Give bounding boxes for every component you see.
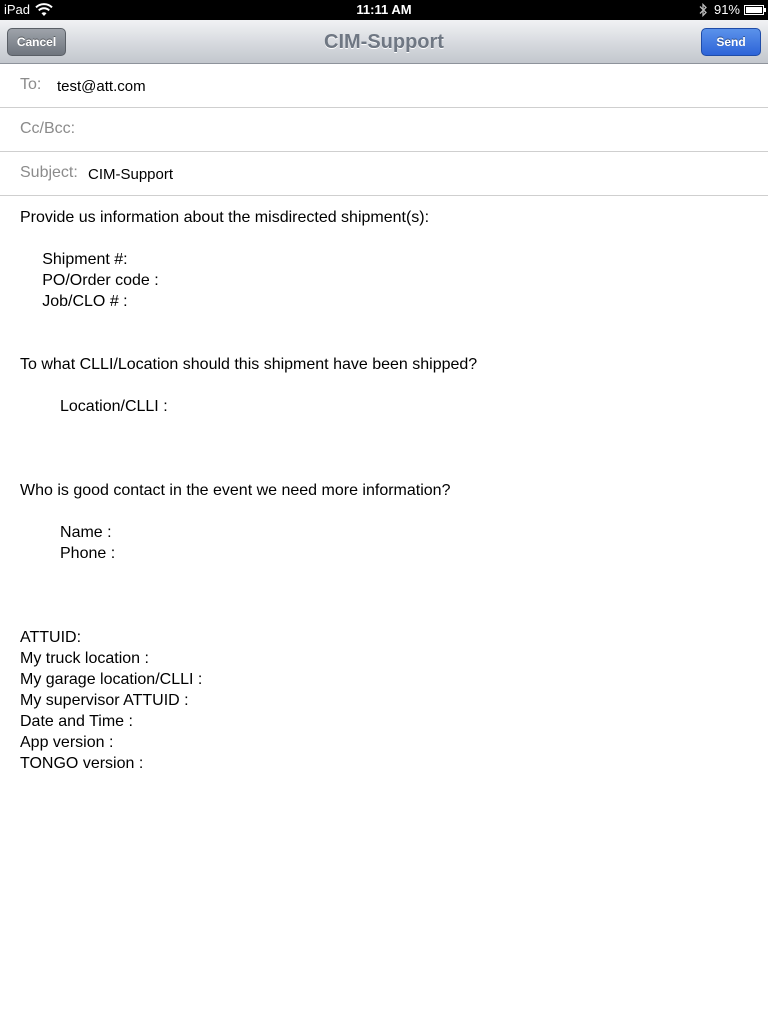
cc-bcc-label: Cc/Bcc: bbox=[20, 120, 76, 137]
body-line: Provide us information about the misdire… bbox=[20, 209, 430, 226]
body-line: Who is good contact in the event we need… bbox=[20, 482, 451, 499]
body-line: ATTUID: bbox=[20, 629, 82, 646]
to-recipient[interactable]: test@att.com bbox=[57, 78, 146, 95]
body-line: Shipment #: bbox=[20, 251, 128, 268]
compose-title: CIM-Support bbox=[324, 31, 444, 53]
body-line: My truck location : bbox=[20, 650, 149, 667]
subject-field[interactable]: Subject: CIM-Support bbox=[0, 152, 768, 196]
status-bar: iPad 11:11 AM 91% bbox=[0, 0, 768, 20]
body-line: Date and Time : bbox=[20, 713, 133, 730]
body-line bbox=[20, 501, 477, 522]
subject-label: Subject: bbox=[20, 164, 78, 181]
body-line bbox=[20, 564, 477, 585]
body-line bbox=[20, 312, 477, 333]
cc-bcc-field[interactable]: Cc/Bcc: bbox=[0, 108, 768, 152]
bluetooth-icon bbox=[699, 2, 707, 17]
battery-icon bbox=[744, 4, 766, 15]
compose-nav-bar: Cancel CIM-Support Send bbox=[0, 20, 768, 64]
body-line bbox=[20, 228, 477, 249]
body-line bbox=[20, 333, 477, 354]
body-line bbox=[20, 375, 477, 396]
body-line: My garage location/CLLI : bbox=[20, 671, 203, 688]
body-line: Location/CLLI : bbox=[20, 398, 168, 415]
body-line bbox=[20, 459, 477, 480]
to-label: To: bbox=[20, 76, 42, 93]
body-line: App version : bbox=[20, 734, 114, 751]
body-line: Job/CLO # : bbox=[20, 293, 128, 310]
battery-percent: 91% bbox=[713, 2, 740, 17]
status-time: 11:11 AM bbox=[356, 2, 412, 17]
body-line bbox=[20, 606, 477, 627]
message-body[interactable]: Provide us information about the misdire… bbox=[20, 207, 477, 774]
body-line: Name : bbox=[20, 524, 112, 541]
body-line bbox=[20, 585, 477, 606]
body-line: PO/Order code : bbox=[20, 272, 159, 289]
to-field[interactable]: To: test@att.com bbox=[0, 64, 768, 108]
body-line bbox=[20, 438, 477, 459]
body-line: TONGO version : bbox=[20, 755, 144, 772]
body-line bbox=[20, 417, 477, 438]
send-button[interactable]: Send bbox=[701, 28, 761, 56]
body-line: Phone : bbox=[20, 545, 116, 562]
body-line: To what CLLI/Location should this shipme… bbox=[20, 356, 478, 373]
body-line: My supervisor ATTUID : bbox=[20, 692, 189, 709]
subject-value[interactable]: CIM-Support bbox=[88, 166, 173, 183]
